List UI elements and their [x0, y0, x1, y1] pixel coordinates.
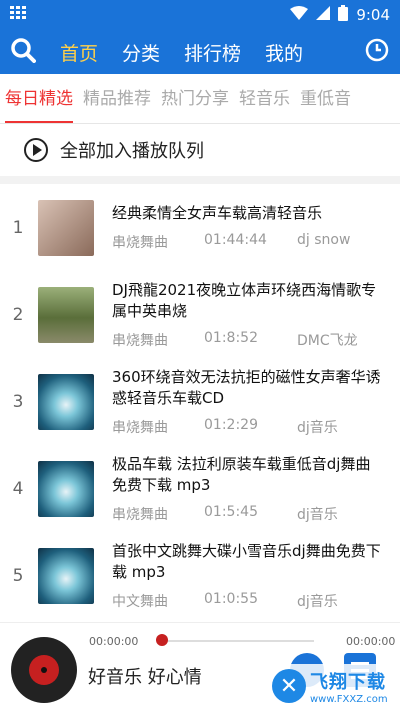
song-row[interactable]: 2 DJ飛龍2021夜晚立体声环绕西海情歌专属中英串烧 串烧舞曲 01:8:52…	[0, 271, 400, 358]
subtab-daily-picks[interactable]: 每日精选	[5, 74, 73, 123]
nav-tab-category[interactable]: 分类	[110, 39, 172, 66]
grid-icon	[10, 6, 26, 24]
progress-knob[interactable]	[156, 634, 168, 646]
vinyl-disc-icon[interactable]	[11, 637, 77, 703]
song-thumbnail	[38, 199, 94, 256]
status-bar: 9:04	[0, 0, 400, 30]
song-duration: 01:8:52	[204, 329, 258, 346]
song-category: 串烧舞曲	[112, 506, 168, 523]
song-thumbnail	[38, 286, 94, 343]
song-uploader: dj音乐	[297, 419, 338, 436]
current-time: 00:00:00	[89, 635, 139, 648]
watermark-url: www.FXXZ.com	[310, 693, 388, 705]
song-duration: 01:0:55	[204, 590, 258, 607]
song-uploader: dj snow	[297, 232, 351, 248]
subtab-light-music[interactable]: 轻音乐	[239, 74, 290, 123]
nav-tab-mine[interactable]: 我的	[253, 39, 315, 66]
song-row[interactable]: 5 首张中文跳舞大碟小雪音乐dj舞曲免费下载 mp3 中文舞曲 01:0:55 …	[0, 532, 400, 619]
song-duration: 01:2:29	[204, 416, 258, 433]
status-time: 9:04	[356, 6, 390, 24]
top-nav: 首页 分类 排行榜 我的	[0, 30, 400, 74]
battery-icon	[338, 5, 349, 25]
song-duration: 01:5:45	[204, 503, 258, 520]
song-uploader: DMC飞龙	[297, 332, 358, 349]
subtab-recommended[interactable]: 精品推荐	[83, 74, 151, 123]
song-row[interactable]: 3 360环绕音效无法抗拒的磁性女声奢华诱惑轻音乐车载CD 串烧舞曲 01:2:…	[0, 358, 400, 445]
song-index: 4	[12, 478, 24, 499]
clock-icon[interactable]	[364, 37, 390, 67]
wifi-icon	[290, 6, 309, 24]
nav-tab-ranking[interactable]: 排行榜	[172, 39, 253, 66]
play-circle-icon	[24, 138, 48, 162]
song-row[interactable]: 1 经典柔情全女声车载高清轻音乐 串烧舞曲 01:44:44 dj snow	[0, 184, 400, 271]
song-title: 首张中文跳舞大碟小雪音乐dj舞曲免费下载 mp3	[112, 541, 381, 581]
add-all-label: 全部加入播放队列	[60, 141, 204, 162]
song-index: 5	[12, 565, 24, 586]
song-title: DJ飛龍2021夜晚立体声环绕西海情歌专属中英串烧	[112, 280, 377, 320]
nav-tab-home[interactable]: 首页	[48, 39, 110, 66]
song-title: 360环绕音效无法抗拒的磁性女声奢华诱惑轻音乐车载CD	[112, 367, 381, 407]
subtab-hot-share[interactable]: 热门分享	[161, 74, 229, 123]
song-index: 2	[12, 304, 24, 325]
category-subtabs: 每日精选 精品推荐 热门分享 轻音乐 重低音	[0, 74, 400, 124]
signal-icon	[316, 6, 331, 24]
search-icon[interactable]	[10, 37, 36, 67]
song-list: 1 经典柔情全女声车载高清轻音乐 串烧舞曲 01:44:44 dj snow 2…	[0, 184, 400, 619]
song-index: 3	[12, 391, 24, 412]
song-thumbnail	[38, 547, 94, 604]
song-thumbnail	[38, 460, 94, 517]
song-thumbnail	[38, 373, 94, 430]
song-index: 1	[12, 217, 24, 238]
total-time: 00:00:00	[346, 635, 396, 648]
site-watermark: ✕ 飞翔下载 www.FXXZ.com	[272, 664, 396, 708]
player-slogan: 好音乐 好心情	[88, 667, 202, 688]
add-all-to-queue-button[interactable]: 全部加入播放队列	[0, 124, 400, 184]
song-category: 串烧舞曲	[112, 235, 168, 251]
watermark-name: 飞翔下载	[310, 671, 386, 693]
progress-bar[interactable]	[160, 640, 314, 642]
watermark-logo-icon: ✕	[272, 669, 306, 703]
song-category: 串烧舞曲	[112, 332, 168, 349]
song-duration: 01:44:44	[204, 232, 267, 248]
song-uploader: dj音乐	[297, 506, 338, 523]
song-category: 中文舞曲	[112, 593, 168, 610]
subtab-bass[interactable]: 重低音	[300, 74, 351, 123]
song-title: 极品车载 法拉利原装车载重低音dj舞曲免费下载 mp3	[112, 454, 371, 494]
song-row[interactable]: 4 极品车载 法拉利原装车载重低音dj舞曲免费下载 mp3 串烧舞曲 01:5:…	[0, 445, 400, 532]
song-category: 串烧舞曲	[112, 419, 168, 436]
song-uploader: dj音乐	[297, 593, 338, 610]
song-title: 经典柔情全女声车载高清轻音乐	[112, 204, 323, 222]
